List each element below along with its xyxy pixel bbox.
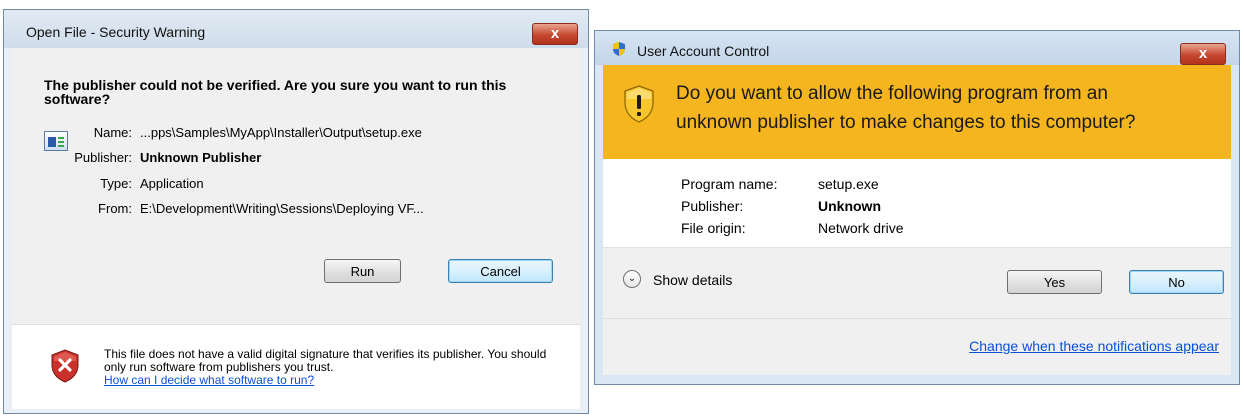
from-value: E:\Development\Writing\Sessions\Deployin… [140, 201, 424, 216]
cancel-button[interactable]: Cancel [448, 259, 553, 283]
warning-banner: Do you want to allow the following progr… [603, 65, 1231, 159]
publisher-value: Unknown Publisher [140, 150, 262, 165]
type-label: Type: [100, 176, 132, 191]
chevron-down-icon[interactable]: ⌄ [623, 270, 641, 288]
footer-text-block: This file does not have a valid digital … [104, 348, 564, 387]
show-details-toggle[interactable]: Show details [653, 272, 732, 288]
file-origin-label: File origin: [681, 220, 746, 236]
title-bar[interactable]: Open File - Security Warning x [4, 10, 588, 48]
close-icon: x [1198, 45, 1208, 62]
program-name-label: Program name: [681, 176, 778, 192]
divider [603, 318, 1231, 319]
help-link[interactable]: How can I decide what software to run? [104, 373, 314, 387]
warning-shield-icon [624, 85, 654, 123]
close-icon: x [550, 25, 560, 42]
uac-shield-icon [613, 42, 625, 56]
program-name-value: setup.exe [818, 176, 879, 192]
footer-message: This file does not have a valid digital … [104, 347, 547, 374]
change-notifications-link[interactable]: Change when these notifications appear [969, 338, 1219, 354]
name-label: Name: [93, 125, 132, 140]
dialog-content: The publisher could not be verified. Are… [12, 48, 580, 324]
dialog-title: Open File - Security Warning [26, 24, 206, 40]
run-button[interactable]: Run [324, 259, 401, 283]
publisher-label: Publisher: [74, 150, 132, 165]
from-label: From: [98, 201, 132, 216]
uac-dialog: User Account Control x Do you want to al… [594, 30, 1240, 385]
uac-button-area: ⌄ Show details Yes No Change when these … [603, 248, 1231, 375]
warning-heading: The publisher could not be verified. Are… [44, 77, 507, 107]
uac-question: Do you want to allow the following progr… [676, 79, 1135, 137]
question-line-2: unknown publisher to make changes to thi… [676, 112, 1136, 133]
publisher-label: Publisher: [681, 198, 744, 214]
close-button[interactable]: x [1180, 43, 1226, 65]
dialog-title: User Account Control [637, 43, 770, 59]
type-value: Application [140, 176, 204, 191]
error-shield-icon [51, 349, 79, 383]
security-warning-dialog: Open File - Security Warning x The publi… [3, 9, 589, 414]
warning-footer: This file does not have a valid digital … [12, 324, 580, 409]
no-button[interactable]: No [1129, 270, 1224, 294]
uac-details: Program name: setup.exe Publisher: Unkno… [603, 159, 1231, 375]
question-line-1: Do you want to allow the following progr… [676, 83, 1108, 104]
name-value: ...pps\Samples\MyApp\Installer\Output\se… [140, 125, 422, 140]
file-origin-value: Network drive [818, 220, 904, 236]
publisher-value: Unknown [818, 198, 881, 214]
yes-button[interactable]: Yes [1007, 270, 1102, 294]
title-bar[interactable]: User Account Control x [595, 31, 1239, 65]
close-button[interactable]: x [532, 23, 578, 45]
